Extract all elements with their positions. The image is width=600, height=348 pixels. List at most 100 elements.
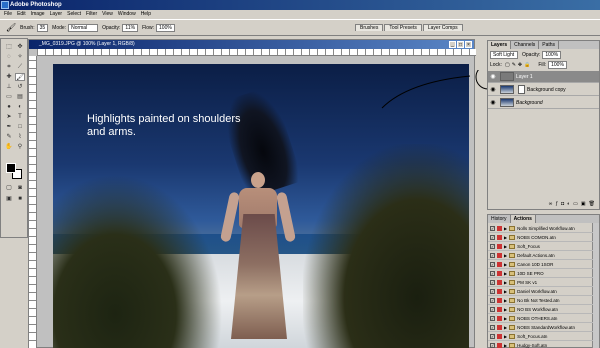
- magic-wand-tool-icon[interactable]: ✧: [15, 53, 25, 61]
- brush-size-picker[interactable]: 35: [36, 23, 49, 32]
- expand-triangle-icon[interactable]: ▶: [504, 253, 507, 258]
- close-icon[interactable]: ×: [465, 41, 472, 48]
- hand-tool-icon[interactable]: ✋: [4, 143, 14, 151]
- expand-triangle-icon[interactable]: ▶: [504, 226, 507, 231]
- blend-mode-select[interactable]: Soft Light: [490, 51, 518, 59]
- screen-mode-icon[interactable]: ▣: [4, 195, 14, 203]
- link-layers-icon[interactable]: ∞: [549, 201, 553, 208]
- action-toggle-checkbox[interactable]: ✓: [490, 270, 495, 276]
- action-set-row[interactable]: ✓ ▶ NO BS Workflow.atn: [488, 305, 593, 314]
- action-toggle-checkbox[interactable]: ✓: [490, 315, 495, 321]
- gradient-tool-icon[interactable]: ▤: [15, 93, 25, 101]
- dialog-toggle-icon[interactable]: [497, 252, 502, 258]
- action-toggle-checkbox[interactable]: ✓: [490, 279, 495, 285]
- mode-select[interactable]: Normal: [68, 23, 99, 32]
- action-toggle-checkbox[interactable]: ✓: [490, 252, 495, 258]
- expand-triangle-icon[interactable]: ▶: [504, 244, 507, 249]
- menu-image[interactable]: Image: [31, 10, 45, 19]
- expand-triangle-icon[interactable]: ▶: [504, 280, 507, 285]
- action-toggle-checkbox[interactable]: ✓: [490, 342, 495, 348]
- fill-input[interactable]: 100%: [548, 61, 567, 69]
- dialog-toggle-icon[interactable]: [497, 315, 502, 321]
- minimize-icon[interactable]: _: [449, 41, 456, 48]
- dialog-toggle-icon[interactable]: [497, 225, 502, 231]
- standard-mode-icon[interactable]: ▢: [4, 184, 14, 192]
- delete-layer-icon[interactable]: 🗑: [589, 201, 595, 208]
- quick-mask-mode-icon[interactable]: ◙: [15, 184, 25, 192]
- eraser-tool-icon[interactable]: ▭: [4, 93, 14, 101]
- visibility-eye-icon[interactable]: ◉: [488, 73, 498, 80]
- tab-actions[interactable]: Actions: [510, 215, 536, 223]
- action-set-row[interactable]: ✓ ▶ Soft_Focus: [488, 242, 593, 251]
- new-layer-icon[interactable]: ▣: [581, 201, 586, 208]
- add-mask-icon[interactable]: ◘: [561, 201, 564, 208]
- full-screen-mode-icon[interactable]: ■: [15, 195, 25, 203]
- action-toggle-checkbox[interactable]: ✓: [490, 288, 495, 294]
- action-toggle-checkbox[interactable]: ✓: [490, 324, 495, 330]
- lock-all-icon[interactable]: 🔒: [524, 62, 530, 69]
- action-set-row[interactable]: ✓ ▶ Nolls Simplified Workflow.atn: [488, 224, 593, 233]
- tab-layer-comps[interactable]: Layer Comps: [422, 24, 463, 31]
- flow-input[interactable]: 100%: [156, 23, 175, 32]
- brush-tool-active-icon[interactable]: 🖌: [15, 73, 25, 81]
- slice-tool-icon[interactable]: ⟋: [15, 63, 25, 71]
- dialog-toggle-icon[interactable]: [497, 324, 502, 330]
- dialog-toggle-icon[interactable]: [497, 234, 502, 240]
- action-set-row[interactable]: ✓ ▶ PM SK v1: [488, 278, 593, 287]
- layer-style-icon[interactable]: ƒ: [555, 201, 558, 208]
- eyedropper-tool-icon[interactable]: ⌇: [15, 133, 25, 141]
- dialog-toggle-icon[interactable]: [497, 342, 502, 348]
- tab-brushes[interactable]: Brushes: [355, 24, 384, 31]
- expand-triangle-icon[interactable]: ▶: [504, 262, 507, 267]
- dialog-toggle-icon[interactable]: [497, 261, 502, 267]
- expand-triangle-icon[interactable]: ▶: [504, 235, 507, 240]
- layer-mask-thumbnail[interactable]: [518, 85, 525, 94]
- lock-position-icon[interactable]: ✥: [518, 62, 522, 69]
- action-set-row[interactable]: ✓ ▶ NOBS OTHERS.atn: [488, 314, 593, 323]
- action-set-row[interactable]: ✓ ▶ Default Actions.atn: [488, 251, 593, 260]
- menu-view[interactable]: View: [102, 10, 113, 19]
- menu-select[interactable]: Select: [67, 10, 81, 19]
- layer-row-background-copy[interactable]: ◉ Background copy: [488, 84, 599, 96]
- menu-layer[interactable]: Layer: [50, 10, 63, 19]
- zoom-tool-icon[interactable]: ⚲: [15, 143, 25, 151]
- menu-edit[interactable]: Edit: [17, 10, 26, 19]
- dialog-toggle-icon[interactable]: [497, 270, 502, 276]
- adjustment-layer-icon[interactable]: ◐: [567, 201, 570, 208]
- action-set-row[interactable]: ✓ ▶ No Bk Not Tested.atn: [488, 296, 593, 305]
- visibility-eye-icon[interactable]: ◉: [488, 86, 498, 93]
- lock-transparency-icon[interactable]: ▢: [505, 62, 510, 69]
- menu-window[interactable]: Window: [118, 10, 136, 19]
- action-toggle-checkbox[interactable]: ✓: [490, 234, 495, 240]
- action-toggle-checkbox[interactable]: ✓: [490, 261, 495, 267]
- clone-stamp-tool-icon[interactable]: ⊥: [4, 83, 14, 91]
- new-group-icon[interactable]: ▭: [573, 201, 578, 208]
- layer-row-layer-1[interactable]: ◉ Layer 1: [488, 71, 599, 83]
- layer-opacity-input[interactable]: 100%: [542, 51, 562, 59]
- tab-channels[interactable]: Channels: [511, 41, 540, 49]
- opacity-input[interactable]: 11%: [122, 23, 139, 32]
- dodge-tool-icon[interactable]: ◐: [15, 103, 25, 111]
- expand-triangle-icon[interactable]: ▶: [504, 289, 507, 294]
- action-toggle-checkbox[interactable]: ✓: [490, 297, 495, 303]
- expand-triangle-icon[interactable]: ▶: [504, 298, 507, 303]
- action-set-row[interactable]: ✓ ▶ Canon 10D 1SOR: [488, 260, 593, 269]
- dialog-toggle-icon[interactable]: [497, 333, 502, 339]
- action-toggle-checkbox[interactable]: ✓: [490, 225, 495, 231]
- healing-brush-tool-icon[interactable]: ✚: [4, 73, 14, 81]
- brush-tool-icon[interactable]: 🖌: [6, 23, 16, 32]
- expand-triangle-icon[interactable]: ▶: [504, 307, 507, 312]
- action-set-row[interactable]: ✓ ▶ Soft_Focus.atn: [488, 332, 593, 341]
- lock-pixels-icon[interactable]: ✎: [512, 62, 516, 69]
- expand-triangle-icon[interactable]: ▶: [504, 343, 507, 348]
- tab-layers[interactable]: Layers: [488, 41, 512, 49]
- expand-triangle-icon[interactable]: ▶: [504, 316, 507, 321]
- action-toggle-checkbox[interactable]: ✓: [490, 243, 495, 249]
- foreground-color-swatch[interactable]: [6, 163, 16, 173]
- dialog-toggle-icon[interactable]: [497, 288, 502, 294]
- action-set-row[interactable]: ✓ ▶ 10D SE PRO: [488, 269, 593, 278]
- expand-triangle-icon[interactable]: ▶: [504, 325, 507, 330]
- move-tool-icon[interactable]: ✥: [15, 43, 25, 51]
- action-set-row[interactable]: ✓ ▶ Hudgy-Soft.atn: [488, 341, 593, 348]
- action-set-row[interactable]: ✓ ▶ NOBS StandardWorkflow.atn: [488, 323, 593, 332]
